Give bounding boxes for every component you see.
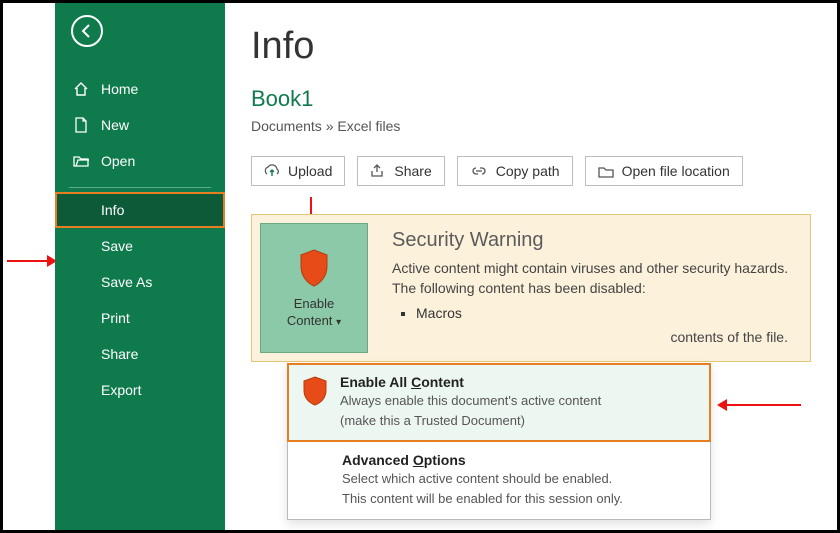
button-label: Share xyxy=(394,163,431,179)
nav-top: Home New Open Info xyxy=(55,71,225,408)
sidebar-item-share[interactable]: Share xyxy=(55,336,225,372)
warning-text: Active content might contain viruses and… xyxy=(392,258,794,299)
nav-separator xyxy=(69,187,211,188)
link-icon xyxy=(470,165,488,177)
dropdown-item-title: Enable All Content xyxy=(340,374,601,390)
sidebar-item-label: Share xyxy=(101,346,138,362)
sidebar-item-label: Home xyxy=(101,81,138,97)
disabled-content-item: Macros xyxy=(416,305,794,321)
document-title: Book1 xyxy=(251,86,811,112)
backstage-sidebar: Home New Open Info xyxy=(55,3,225,530)
annotation-arrow-left xyxy=(7,251,57,271)
upload-icon xyxy=(264,164,280,178)
open-icon xyxy=(73,154,89,168)
share-icon xyxy=(370,164,386,178)
sidebar-item-open[interactable]: Open xyxy=(55,143,225,179)
sidebar-item-label: Open xyxy=(101,153,135,169)
sidebar-item-new[interactable]: New xyxy=(55,107,225,143)
sidebar-item-save-as[interactable]: Save As xyxy=(55,264,225,300)
folder-icon xyxy=(598,165,614,178)
disabled-content-list: Macros xyxy=(416,305,794,321)
dropdown-item-enable-all[interactable]: Enable All Content Always enable this do… xyxy=(288,364,710,441)
chevron-down-icon: ▾ xyxy=(336,317,341,328)
app-frame: Home New Open Info xyxy=(0,0,840,533)
warning-body: Security Warning Active content might co… xyxy=(376,215,810,361)
back-arrow-icon xyxy=(79,23,95,39)
open-file-location-button[interactable]: Open file location xyxy=(585,156,743,186)
sidebar-item-home[interactable]: Home xyxy=(55,71,225,107)
dropdown-item-sub: Always enable this document's active con… xyxy=(340,392,601,410)
page-title: Info xyxy=(251,25,811,68)
sidebar-item-label: Save As xyxy=(101,274,152,290)
dropdown-item-sub: Select which active content should be en… xyxy=(342,470,696,488)
sidebar-item-info[interactable]: Info xyxy=(55,192,225,228)
home-icon xyxy=(73,81,89,97)
sidebar-item-print[interactable]: Print xyxy=(55,300,225,336)
sidebar-item-save[interactable]: Save xyxy=(55,228,225,264)
button-label: Copy path xyxy=(496,163,560,179)
dropdown-item-advanced-options[interactable]: Advanced Options Select which active con… xyxy=(288,441,710,519)
dropdown-item-sub: This content will be enabled for this se… xyxy=(342,490,696,508)
back-button[interactable] xyxy=(71,15,103,47)
enable-content-dropdown: Enable All Content Always enable this do… xyxy=(287,363,711,520)
security-warning-panel: Enable Content ▾ Security Warning Active… xyxy=(251,214,811,362)
dropdown-item-sub: (make this a Trusted Document) xyxy=(340,412,601,430)
button-label: Open file location xyxy=(622,163,730,179)
shield-icon xyxy=(297,248,331,288)
button-label: Upload xyxy=(288,163,332,179)
sidebar-item-export[interactable]: Export xyxy=(55,372,225,408)
dropdown-item-text: Enable All Content Always enable this do… xyxy=(340,374,601,429)
dropdown-item-title: Advanced Options xyxy=(342,452,696,468)
copy-path-button[interactable]: Copy path xyxy=(457,156,573,186)
share-button[interactable]: Share xyxy=(357,156,444,186)
shield-icon xyxy=(302,376,328,406)
enable-content-button[interactable]: Enable Content ▾ xyxy=(260,223,368,353)
enable-content-label: Enable Content ▾ xyxy=(287,296,341,330)
trust-note: contents of the file. xyxy=(392,329,794,345)
breadcrumb: Documents » Excel files xyxy=(251,118,811,134)
sidebar-item-label: Export xyxy=(101,382,141,398)
upload-button[interactable]: Upload xyxy=(251,156,345,186)
sidebar-item-label: Save xyxy=(101,238,133,254)
sidebar-item-label: New xyxy=(101,117,129,133)
sidebar-item-label: Print xyxy=(101,310,130,326)
new-icon xyxy=(73,117,89,133)
file-toolbar: Upload Share Copy path Open file locatio… xyxy=(251,156,811,186)
sidebar-item-label: Info xyxy=(101,202,124,218)
warning-title: Security Warning xyxy=(392,229,794,252)
